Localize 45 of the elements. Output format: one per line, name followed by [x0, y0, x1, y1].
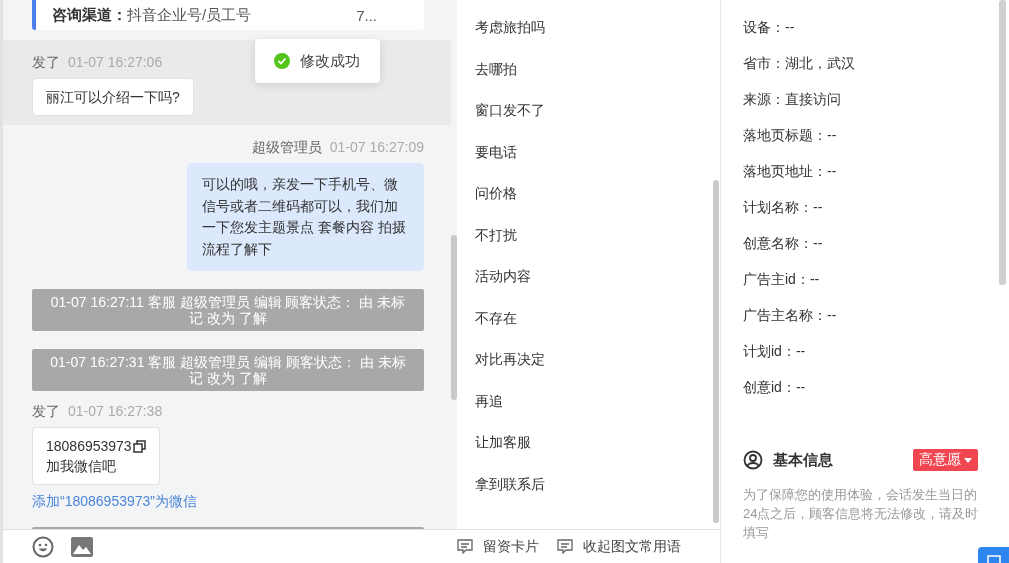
phrase-item[interactable]: 问价格 — [475, 173, 720, 215]
notice-text: 为了保障您的使用体验，会话发生当日的24点之后，顾客信息将无法修改，请及时填写 — [743, 486, 980, 542]
message-time: 01-07 16:27:38 — [68, 402, 163, 421]
phrase-item[interactable]: 对比再决定 — [475, 339, 720, 381]
phrase-item[interactable]: 不存在 — [475, 297, 720, 339]
section-title: 基本信息 — [773, 450, 833, 470]
info-field: 计划名称：-- — [743, 199, 823, 215]
phrase-action-button[interactable]: 收起图文常用语 — [557, 537, 681, 556]
message-time: 01-07 16:27:09 — [329, 138, 424, 157]
phrase-item[interactable]: 拿到联系后 — [475, 463, 720, 505]
phrase-item[interactable]: 活动内容 — [475, 256, 720, 298]
phrase-item[interactable]: 不打扰 — [475, 214, 720, 256]
system-notice: 01-07 16:27:31 客服 超级管理员 编辑 顾客状态： 由 未标记 改为 了解 — [32, 349, 424, 391]
phone-number: 18086953973 — [46, 437, 132, 456]
message-time: 01-07 16:27:06 — [68, 53, 163, 72]
phrase-item[interactable]: 要电话 — [475, 131, 720, 173]
toast-message: 修改成功 — [300, 51, 360, 71]
info-field: 落地页地址：-- — [743, 163, 837, 179]
sender-name: 发了 — [32, 53, 60, 72]
phrase-item[interactable]: 考虑旅拍吗 — [475, 7, 720, 49]
info-field: 省市：湖北，武汉 — [743, 55, 855, 71]
info-field: 广告主名称：-- — [743, 307, 837, 323]
system-notice: 01-07 16:27:11 客服 超级管理员 编辑 顾客状态： 由 未标记 改为 了解 — [32, 289, 424, 331]
phrase-item[interactable]: 让加客服 — [475, 422, 720, 464]
phrase-item[interactable]: 窗口发不了 — [475, 90, 720, 132]
sender-name: 超级管理员 — [251, 138, 322, 157]
info-field: 广告主id：-- — [743, 271, 820, 287]
sender-name: 发了 — [32, 402, 60, 421]
add-wechat-link[interactable]: 添加“18086953973”为微信 — [32, 491, 197, 511]
phrase-action-button[interactable]: 留资卡片 — [457, 537, 539, 556]
info-field: 计划id：-- — [743, 343, 806, 359]
message-text: 加我微信吧 — [46, 457, 117, 476]
channel-label: 咨询渠道： — [52, 5, 127, 25]
intent-dropdown[interactable]: 高意愿 — [913, 449, 978, 471]
info-field: 来源：直接访问 — [743, 91, 841, 107]
channel-value-tail: 7... — [356, 6, 378, 24]
message-bubble: 可以的哦，亲发一下手机号、微信号或者二维码都可以，我们加一下您发主题景点 套餐内容 拍摄流程了解下 — [187, 163, 424, 271]
phrase-item[interactable]: 再追 — [475, 380, 720, 422]
message-bubble: 丽江可以介绍一下吗? — [32, 78, 194, 116]
info-field: 创意id：-- — [743, 379, 806, 395]
info-field: 创意名称：-- — [743, 235, 823, 251]
info-field: 落地页标题：-- — [743, 127, 837, 143]
info-field: 设备：-- — [743, 19, 795, 35]
phrase-item[interactable]: 去哪拍 — [475, 48, 720, 90]
channel-value: 抖音企业号/员工号 — [127, 5, 252, 25]
